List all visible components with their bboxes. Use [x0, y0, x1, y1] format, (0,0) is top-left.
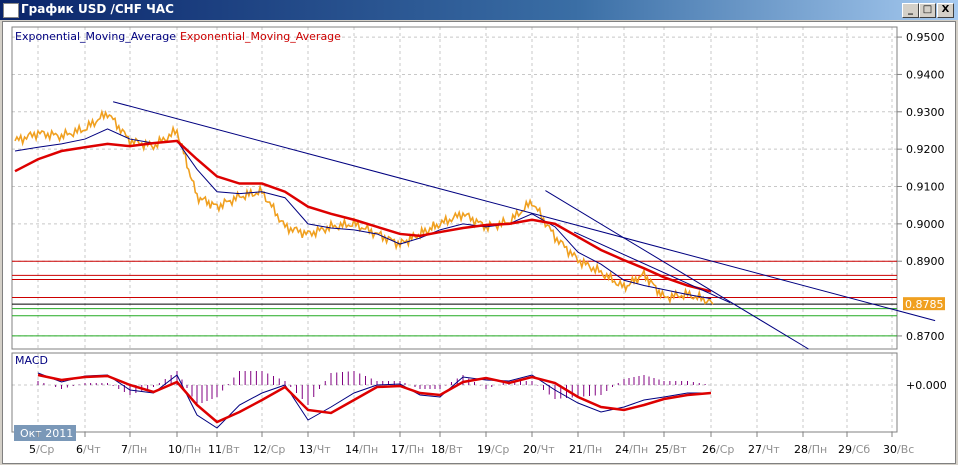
macd-signal-line [37, 373, 712, 424]
legend: Exponential_Moving_Average Exponential_Mo… [15, 30, 341, 43]
date-tick-weekday: /Ср [267, 443, 285, 456]
date-tick-weekday: /Пн [128, 443, 147, 456]
date-tick-weekday: /Ср [36, 443, 54, 456]
price-tick-label: 0.9400 [906, 68, 945, 81]
date-tick-label: 27/Чт [748, 443, 780, 456]
trend-line [112, 101, 936, 322]
ema-slow-line [14, 139, 712, 293]
date-tick-weekday: /Пн [405, 443, 424, 456]
legend-ema-fast: Exponential_Moving_Average [15, 30, 176, 43]
date-tick-weekday: /Ср [491, 443, 509, 456]
macd-zero-label: +0.000 [906, 379, 947, 392]
date-tick-weekday: /Пн [808, 443, 827, 456]
date-tick-label: 20/Чт [523, 443, 555, 456]
date-tick-label: 30/Вс [883, 443, 914, 456]
date-tick-day: 30 [883, 443, 897, 456]
date-tick-day: 27 [748, 443, 762, 456]
date-tick-weekday: /Пн [359, 443, 378, 456]
date-tick-weekday: /Чт [762, 443, 780, 456]
macd-main-line [37, 372, 711, 429]
date-tick-weekday: /Пн [583, 443, 602, 456]
price-tick-label: 0.8700 [906, 330, 945, 343]
date-tick-weekday: /Чт [313, 443, 331, 456]
date-tick-weekday: /Чт [83, 443, 101, 456]
date-tick-day: 17 [391, 443, 405, 456]
date-tick-day: 24 [615, 443, 629, 456]
main-plot-border [11, 26, 898, 350]
date-tick-weekday: /Чт [537, 443, 555, 456]
date-tick-day: 7 [121, 443, 128, 456]
macd-label: MACD [15, 354, 48, 367]
date-tick-label: 24/Пн [615, 443, 648, 456]
date-tick-day: 26 [702, 443, 716, 456]
date-tick-weekday: /Вт [222, 443, 240, 456]
date-tick-day: 29 [838, 443, 852, 456]
macd-plot-border [11, 352, 898, 433]
date-tick-day: 20 [523, 443, 537, 456]
date-tick-label: 12/Ср [253, 443, 285, 456]
date-tick-weekday: /Вс [897, 443, 914, 456]
date-tick-label: 7/Пн [121, 443, 147, 456]
date-tick-day: 10 [168, 443, 182, 456]
date-tick-label: 21/Пн [569, 443, 602, 456]
date-tick-weekday: /Пн [629, 443, 648, 456]
trend-line [545, 190, 809, 350]
date-tick-day: 28 [794, 443, 808, 456]
legend-ema-slow: Exponential_Moving_Average [180, 30, 341, 43]
date-tick-day: 11 [208, 443, 222, 456]
date-tick-label: 14/Пн [345, 443, 378, 456]
price-tick-label: 0.9500 [906, 31, 945, 44]
date-tick-day: 5 [29, 443, 36, 456]
price-tick-label: 0.9300 [906, 106, 945, 119]
price-tick-label: 0.9200 [906, 143, 945, 156]
price-chart[interactable]: Exponential_Moving_Average Exponential_Mo… [0, 0, 958, 465]
date-tick-day: 13 [299, 443, 313, 456]
date-tick-label: 28/Пн [794, 443, 827, 456]
current-price-label: 0.8785 [905, 298, 944, 311]
date-tick-weekday: /Вт [445, 443, 463, 456]
date-tick-label: 10/Пн [168, 443, 201, 456]
date-tick-weekday: /Ср [716, 443, 734, 456]
date-tick-label: 29/Сб [838, 443, 870, 456]
date-tick-label: 5/Ср [29, 443, 54, 456]
date-tick-day: 25 [655, 443, 669, 456]
price-tick-label: 0.9100 [906, 181, 945, 194]
date-tick-label: 6/Чт [76, 443, 101, 456]
date-tick-label: 11/Вт [208, 443, 240, 456]
date-tick-weekday: /Вт [669, 443, 687, 456]
date-tick-day: 12 [253, 443, 267, 456]
date-tick-day: 19 [477, 443, 491, 456]
period-badge-text: Окт 2011 [20, 427, 73, 440]
date-tick-label: 25/Вт [655, 443, 687, 456]
date-tick-weekday: /Сб [852, 443, 870, 456]
date-tick-weekday: /Пн [182, 443, 201, 456]
date-tick-label: 19/Ср [477, 443, 509, 456]
price-tick-label: 0.9000 [906, 218, 945, 231]
date-tick-label: 26/Ср [702, 443, 734, 456]
date-tick-label: 17/Пн [391, 443, 424, 456]
price-tick-label: 0.8900 [906, 255, 945, 268]
date-tick-label: 18/Вт [431, 443, 463, 456]
date-tick-day: 21 [569, 443, 583, 456]
date-tick-day: 6 [76, 443, 83, 456]
date-tick-day: 14 [345, 443, 359, 456]
date-tick-day: 18 [431, 443, 445, 456]
date-tick-label: 13/Чт [299, 443, 331, 456]
